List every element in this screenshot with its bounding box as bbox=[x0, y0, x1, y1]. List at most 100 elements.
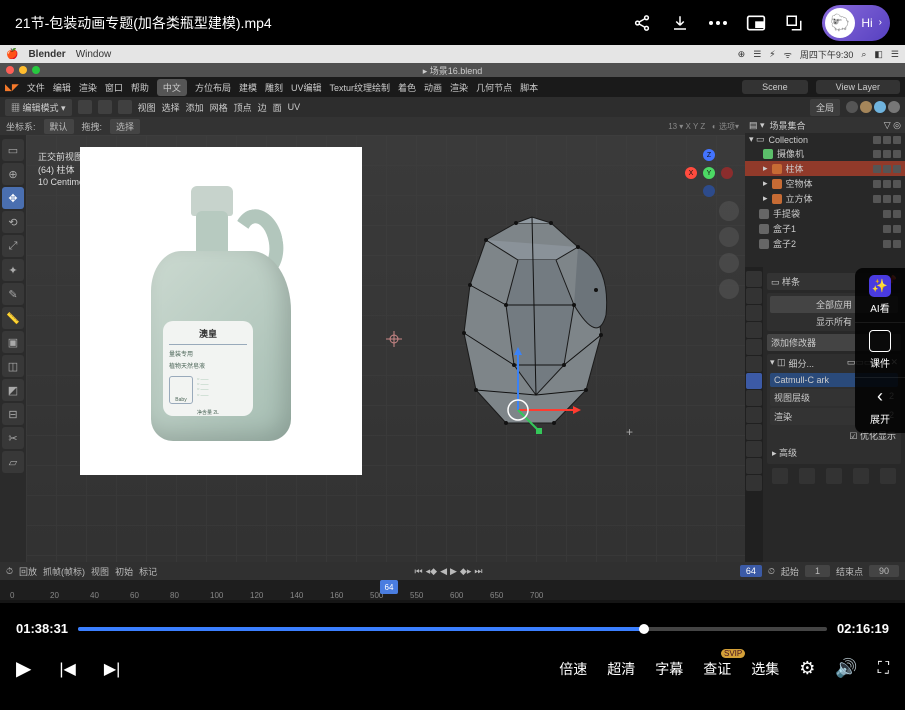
vh-menu[interactable]: UV bbox=[288, 102, 301, 112]
subtitle-button[interactable]: 字幕 bbox=[655, 659, 683, 679]
tl-menu[interactable]: 回放 bbox=[19, 565, 37, 578]
persp-ortho-icon[interactable] bbox=[719, 279, 739, 299]
play-forward-icon[interactable]: ▶ bbox=[450, 566, 457, 577]
tool-move-icon[interactable]: ✥ bbox=[2, 187, 24, 209]
more-icon[interactable] bbox=[708, 13, 728, 33]
playhead[interactable]: 64 bbox=[380, 580, 398, 594]
end-frame[interactable]: 90 bbox=[869, 565, 899, 577]
workspace-tab[interactable]: 动画 bbox=[424, 81, 442, 94]
float-ai-watch[interactable]: ✨AI看 bbox=[855, 268, 905, 323]
tray-icon[interactable]: ☰ bbox=[891, 49, 899, 60]
tool-extrude-icon[interactable]: ▣ bbox=[2, 331, 24, 353]
zoom-icon[interactable] bbox=[719, 201, 739, 221]
tl-menu[interactable]: 抓帧(帧标) bbox=[43, 565, 85, 578]
vh-menu[interactable]: 选择 bbox=[162, 101, 180, 114]
shade-wire-icon[interactable] bbox=[846, 101, 858, 113]
minimize-window-icon[interactable] bbox=[19, 66, 27, 74]
mac-app-name[interactable]: Blender bbox=[28, 49, 65, 60]
maximize-window-icon[interactable] bbox=[32, 66, 40, 74]
tool-knife-icon[interactable]: ✂ bbox=[2, 427, 24, 449]
tool-annotate-icon[interactable]: ✎ bbox=[2, 283, 24, 305]
topbar-menu[interactable]: 窗口 bbox=[105, 81, 123, 94]
workspace-tab[interactable]: 建模 bbox=[239, 81, 257, 94]
workspace-tab[interactable]: UV编辑 bbox=[291, 81, 322, 94]
tool-rotate-icon[interactable]: ⟲ bbox=[2, 211, 24, 233]
mode-selector[interactable]: ▦ 编辑模式 ▾ bbox=[5, 99, 72, 116]
keyframe-prev-icon[interactable]: ◂◆ bbox=[426, 566, 437, 577]
prop-advanced[interactable]: 高级 bbox=[779, 448, 797, 458]
tool-select-icon[interactable]: ▭ bbox=[2, 139, 24, 161]
scene-selector[interactable]: Scene bbox=[742, 80, 808, 94]
outliner-item[interactable]: 盒子2 bbox=[745, 236, 905, 251]
select-mode-vertex[interactable] bbox=[78, 100, 92, 114]
tray-icon[interactable]: ◧ bbox=[874, 49, 883, 60]
vh-menu[interactable]: 面 bbox=[273, 101, 282, 114]
prop-tab-texture-icon[interactable] bbox=[746, 475, 762, 491]
prop-tab-data-icon[interactable] bbox=[746, 441, 762, 457]
vh-menu[interactable]: 边 bbox=[258, 101, 267, 114]
prop-tab-scene-icon[interactable] bbox=[746, 322, 762, 338]
camera-view-icon[interactable] bbox=[719, 253, 739, 273]
prop-tab-view-icon[interactable] bbox=[746, 305, 762, 321]
float-expand[interactable]: ‹展开 bbox=[855, 378, 905, 433]
select-mode-edge[interactable] bbox=[98, 100, 112, 114]
lang-selector[interactable]: 中文 bbox=[157, 79, 187, 96]
window-mode-icon[interactable] bbox=[784, 13, 804, 33]
episodes-button[interactable]: 选集 bbox=[751, 659, 779, 679]
shade-rendered-icon[interactable] bbox=[888, 101, 900, 113]
prop-tab-object-icon[interactable] bbox=[746, 356, 762, 372]
volume-icon[interactable]: 🔊 bbox=[835, 658, 857, 679]
shade-solid-icon[interactable] bbox=[860, 101, 872, 113]
wifi-icon[interactable]: ᯤ bbox=[784, 48, 792, 61]
pan-icon[interactable] bbox=[719, 227, 739, 247]
close-window-icon[interactable] bbox=[6, 66, 14, 74]
outliner-item[interactable]: 手提袋 bbox=[745, 206, 905, 221]
check-button[interactable]: 查证SVIP bbox=[703, 659, 731, 679]
play-icon[interactable]: ▶ bbox=[16, 656, 31, 681]
play-reverse-icon[interactable]: ◀ bbox=[440, 566, 447, 577]
orient-selector[interactable]: 全局 bbox=[810, 99, 840, 116]
tool-loopcut-icon[interactable]: ⊟ bbox=[2, 403, 24, 425]
prop-tab-render-icon[interactable] bbox=[746, 271, 762, 287]
mac-menu-window[interactable]: Window bbox=[76, 49, 112, 60]
current-frame[interactable]: 64 bbox=[740, 565, 762, 577]
tray-icon[interactable]: ☰ bbox=[753, 49, 761, 60]
tray-icon[interactable]: ⌕ bbox=[861, 49, 866, 60]
topbar-menu[interactable]: 文件 bbox=[27, 81, 45, 94]
prop-tab-physics-icon[interactable] bbox=[746, 407, 762, 423]
download-icon[interactable] bbox=[670, 13, 690, 33]
drag-value[interactable]: 选择 bbox=[110, 119, 140, 134]
tool-transform-icon[interactable]: ✦ bbox=[2, 259, 24, 281]
vh-menu[interactable]: 视图 bbox=[138, 101, 156, 114]
fullscreen-icon[interactable]: ⛶ bbox=[878, 660, 889, 678]
prev-track-icon[interactable]: |◀ bbox=[59, 659, 75, 679]
outliner-collection[interactable]: ▾ ▭Collection bbox=[745, 133, 905, 146]
speed-button[interactable]: 倍速 bbox=[559, 659, 587, 679]
tool-cursor-icon[interactable]: ⊕ bbox=[2, 163, 24, 185]
tool-inset-icon[interactable]: ◫ bbox=[2, 355, 24, 377]
shade-matprev-icon[interactable] bbox=[874, 101, 886, 113]
float-courseware[interactable]: 课件 bbox=[855, 323, 905, 378]
prop-tab-modifier-icon[interactable] bbox=[746, 373, 762, 389]
prop-tab-particles-icon[interactable] bbox=[746, 390, 762, 406]
topbar-menu[interactable]: 编辑 bbox=[53, 81, 71, 94]
tool-poly-icon[interactable]: ▱ bbox=[2, 451, 24, 473]
tl-menu[interactable]: 标记 bbox=[139, 565, 157, 578]
prop-tab-material-icon[interactable] bbox=[746, 458, 762, 474]
topbar-menu[interactable]: 渲染 bbox=[79, 81, 97, 94]
settings-icon[interactable]: ⚙ bbox=[799, 658, 815, 679]
workspace-tab[interactable]: 着色 bbox=[398, 81, 416, 94]
tray-icon[interactable]: ⚡︎ bbox=[769, 49, 775, 60]
share-icon[interactable] bbox=[632, 13, 652, 33]
pip-icon[interactable] bbox=[746, 13, 766, 33]
prop-tab-constraint-icon[interactable] bbox=[746, 424, 762, 440]
timeline-ruler[interactable]: 64 020406080100120140160500550600650700 bbox=[0, 580, 905, 600]
seek-bar[interactable] bbox=[78, 627, 827, 631]
workspace-tab[interactable]: 几何节点 bbox=[476, 81, 512, 94]
tool-scale-icon[interactable]: ⤢ bbox=[2, 235, 24, 257]
start-frame[interactable]: 1 bbox=[805, 565, 830, 577]
tool-bevel-icon[interactable]: ◩ bbox=[2, 379, 24, 401]
select-mode-face[interactable] bbox=[118, 100, 132, 114]
next-track-icon[interactable]: ▶| bbox=[104, 659, 120, 679]
jump-start-icon[interactable]: ⏮ bbox=[415, 566, 423, 577]
